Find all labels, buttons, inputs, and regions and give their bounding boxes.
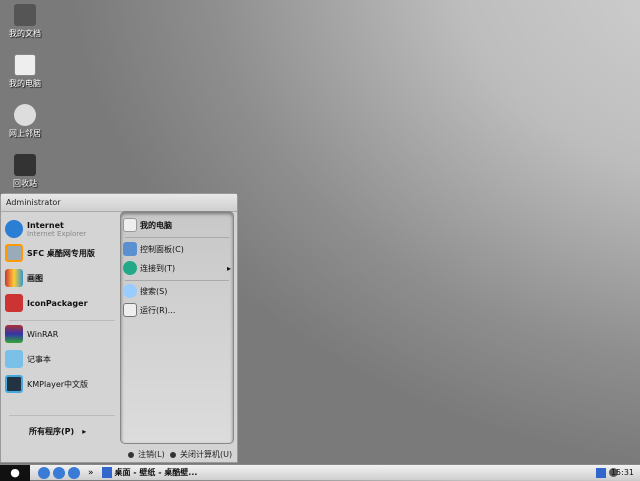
- logoff-icon: [128, 451, 134, 458]
- run-icon: [123, 303, 137, 317]
- divider: [9, 415, 115, 416]
- apple-logo-icon: ●: [10, 465, 20, 479]
- kmplayer-icon: [5, 375, 23, 393]
- computer-icon: [14, 54, 36, 76]
- menu-item-kmplayer[interactable]: KMPlayer中文版: [5, 373, 117, 395]
- menu-item-run[interactable]: 运行(R)...: [123, 301, 231, 319]
- notepad-icon: [5, 350, 23, 368]
- paint-icon: [5, 269, 23, 287]
- network-tray-icon[interactable]: [596, 467, 606, 478]
- user-name: Administrator: [1, 194, 237, 212]
- network-icon: [14, 104, 36, 126]
- computer-icon: [123, 218, 137, 232]
- recycle-bin-icon: [14, 154, 36, 176]
- menu-item-internet[interactable]: Internet Internet Explorer: [5, 218, 117, 240]
- menu-item-sfc[interactable]: SFC 桌酷网专用版: [5, 242, 117, 264]
- iconpackager-icon: [5, 294, 23, 312]
- document-icon: [101, 467, 112, 478]
- menu-item-connect-to[interactable]: 连接到(T) ▸: [123, 259, 231, 277]
- menu-item-notepad[interactable]: 记事本: [5, 348, 117, 370]
- control-panel-icon: [123, 242, 137, 256]
- menu-item-paint[interactable]: 画图: [5, 267, 117, 289]
- divider: [9, 320, 115, 321]
- start-button[interactable]: ●: [0, 464, 30, 481]
- quicklaunch-ie-icon[interactable]: [38, 466, 50, 479]
- submenu-arrow-icon: ▸: [226, 263, 231, 273]
- ie-icon: [5, 220, 23, 238]
- desktop-icon-network[interactable]: 网上邻居: [5, 104, 45, 139]
- desktop-icon-my-computer[interactable]: 我的电脑: [5, 54, 45, 89]
- menu-item-search[interactable]: 搜索(S): [123, 282, 231, 300]
- menu-item-winrar[interactable]: WinRAR: [5, 323, 117, 345]
- start-menu-right-pane: 我的电脑 控制面板(C) 连接到(T) ▸ 搜索(S) 运行(R)...: [120, 211, 234, 444]
- search-icon: [123, 284, 137, 298]
- logoff-button[interactable]: 注销(L): [128, 449, 165, 460]
- quicklaunch-network-icon[interactable]: [53, 466, 65, 479]
- winrar-icon: [5, 325, 23, 343]
- taskbar: ● » 桌面 - 壁纸 - 桌酷壁... 15:31: [0, 464, 640, 481]
- shutdown-icon: [170, 451, 176, 458]
- shutdown-button[interactable]: 关闭计算机(U): [170, 449, 232, 460]
- desktop-icon-my-documents[interactable]: 我的文档: [5, 4, 45, 39]
- sfc-icon: [5, 244, 23, 262]
- quicklaunch-browser-icon[interactable]: [68, 466, 80, 479]
- menu-item-my-computer[interactable]: 我的电脑: [123, 216, 231, 234]
- taskbar-window-button[interactable]: 桌面 - 壁纸 - 桌酷壁...: [101, 467, 197, 478]
- desktop-icon-recycle-bin[interactable]: 回收站: [5, 154, 45, 189]
- menu-item-iconpackager[interactable]: IconPackager: [5, 292, 117, 314]
- clock: 15:31: [610, 468, 634, 477]
- folder-icon: [14, 4, 36, 26]
- quicklaunch-more-button[interactable]: »: [88, 468, 94, 478]
- globe-icon: [123, 261, 137, 275]
- menu-item-control-panel[interactable]: 控制面板(C): [123, 240, 231, 258]
